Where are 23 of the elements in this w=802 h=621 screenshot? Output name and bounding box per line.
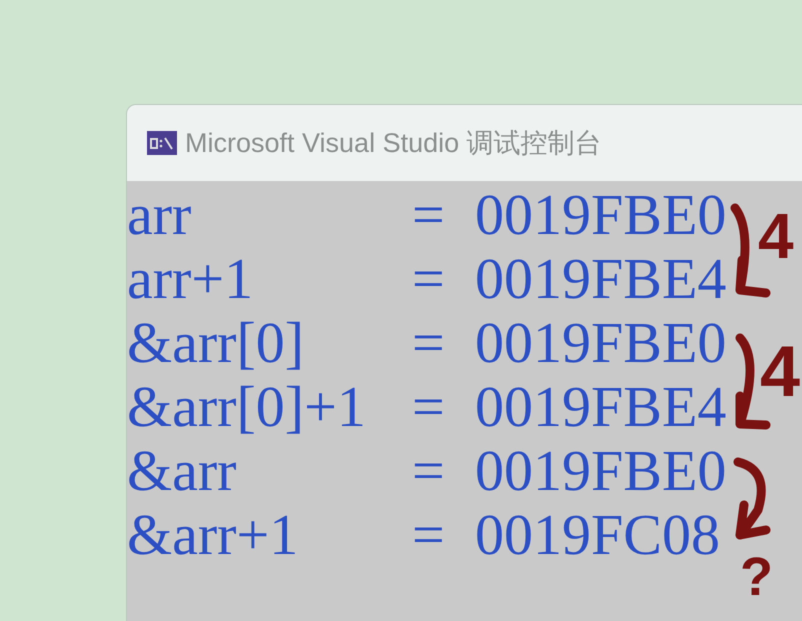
equals-sign: = <box>412 375 446 439</box>
address-value: 0019FBE4 <box>475 247 726 311</box>
equals-sign: = <box>412 503 446 567</box>
handwritten-note: 4 <box>760 332 800 412</box>
console-icon <box>147 131 177 155</box>
equals-sign: = <box>412 439 446 503</box>
handwritten-note: ? <box>740 546 773 609</box>
variable-label: arr <box>127 183 192 247</box>
variable-label: &arr[0] <box>127 311 306 375</box>
address-value: 0019FBE0 <box>475 439 726 503</box>
variable-label: &arr+1 <box>127 503 300 567</box>
address-value: 0019FBE0 <box>475 183 726 247</box>
variable-label: &arr <box>127 439 238 503</box>
equals-sign: = <box>412 183 446 247</box>
address-value: 0019FBE0 <box>475 311 726 375</box>
address-value: 0019FBE4 <box>475 375 726 439</box>
variable-label: arr+1 <box>127 247 254 311</box>
equals-sign: = <box>412 311 446 375</box>
variable-label: &arr[0]+1 <box>127 375 367 439</box>
address-value: 0019FC08 <box>475 503 720 567</box>
handwritten-note: 4 <box>758 199 794 274</box>
window-title: Microsoft Visual Studio 调试控制台 <box>185 126 602 160</box>
equals-sign: = <box>412 247 446 311</box>
